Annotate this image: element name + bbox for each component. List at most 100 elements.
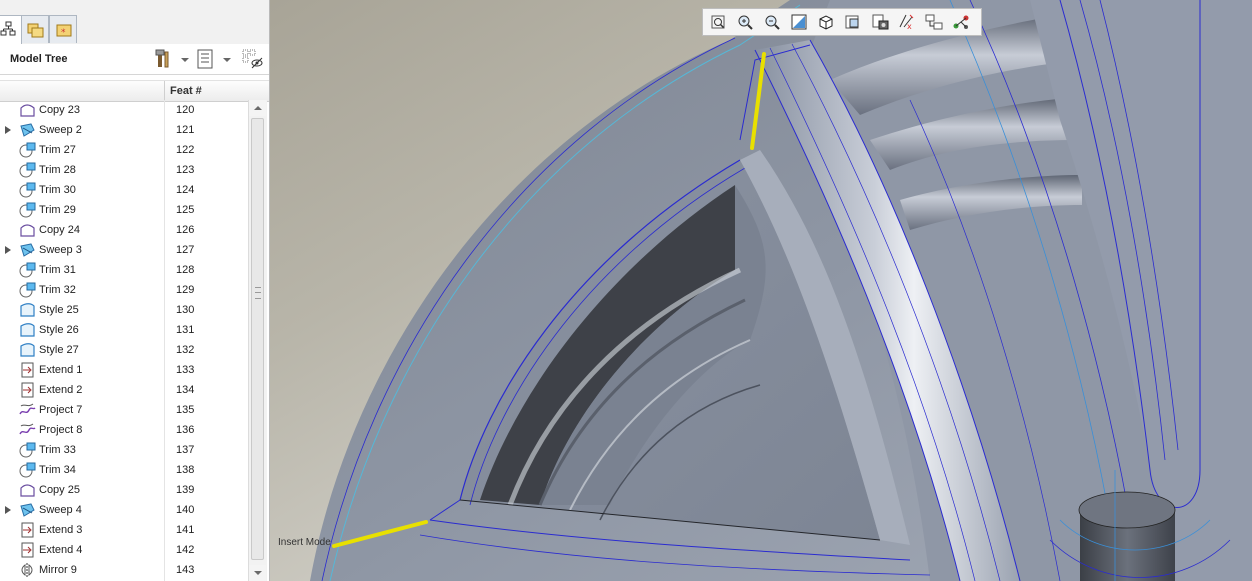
- tree-row-label: Project 7: [39, 404, 83, 416]
- tree-row-feat-number: 128: [176, 264, 195, 276]
- scrollbar-thumb[interactable]: [251, 118, 264, 560]
- style-feature-icon: [20, 303, 35, 317]
- copy-feature-icon: [20, 104, 35, 117]
- tree-row-feat-number: 141: [176, 524, 195, 536]
- zoom-out-button[interactable]: [761, 12, 783, 32]
- tree-row[interactable]: Extend 3 141: [0, 520, 248, 540]
- tree-column-header: Feat #: [0, 80, 269, 102]
- trim-feature-icon: [19, 142, 36, 158]
- tree-row[interactable]: Trim 31 128: [0, 260, 248, 280]
- tree-row[interactable]: Style 27 132: [0, 340, 248, 360]
- settings-menu-button[interactable]: [154, 49, 190, 69]
- feat-number-column-header[interactable]: Feat #: [170, 85, 202, 97]
- tree-row[interactable]: Trim 34 138: [0, 460, 248, 480]
- annotation-display-button[interactable]: [923, 12, 945, 32]
- trim-feature-icon: [19, 442, 36, 458]
- tree-row-label: Style 25: [39, 304, 79, 316]
- display-style-button[interactable]: [815, 12, 837, 32]
- expand-arrow-icon[interactable]: [5, 246, 11, 254]
- tree-row-label: Project 8: [39, 424, 83, 436]
- show-hide-button[interactable]: [242, 49, 266, 69]
- tree-row[interactable]: Trim 32 129: [0, 280, 248, 300]
- tree-row[interactable]: Extend 2 134: [0, 380, 248, 400]
- repaint-button[interactable]: [788, 12, 810, 32]
- tree-row-feat-number: 142: [176, 544, 195, 556]
- tree-row-label: Extend 4: [39, 544, 83, 556]
- tree-row[interactable]: Copy 25 139: [0, 480, 248, 500]
- zoom-in-button[interactable]: [734, 12, 756, 32]
- favorites-folder-icon: *: [56, 24, 72, 38]
- tree-row-label: Copy 25: [39, 484, 80, 496]
- expand-arrow-icon[interactable]: [5, 126, 11, 134]
- trim-feature-icon: [19, 282, 36, 298]
- view-toolbar: x: [702, 8, 982, 36]
- project-feature-icon: [19, 423, 36, 435]
- extend-feature-icon: [21, 542, 34, 558]
- tree-row[interactable]: Copy 24 126: [0, 220, 248, 240]
- chevron-down-icon: [223, 58, 231, 62]
- tree-row[interactable]: Project 7 135: [0, 400, 248, 420]
- tree-row[interactable]: Project 8 136: [0, 420, 248, 440]
- tree-row-feat-number: 132: [176, 344, 195, 356]
- tree-row-label: Trim 31: [39, 264, 76, 276]
- copy-feature-icon: [20, 484, 35, 497]
- tree-row-label: Sweep 3: [39, 244, 82, 256]
- repaint-icon: [791, 14, 807, 30]
- refit-button[interactable]: [707, 12, 729, 32]
- style-feature-icon: [20, 323, 35, 337]
- extend-feature-icon: [21, 362, 34, 378]
- tree-row[interactable]: Style 26 131: [0, 320, 248, 340]
- svg-text:x: x: [907, 22, 912, 31]
- navigator-panel: * Model Tree Feat # Copy 23 120 Sweep 2 12: [0, 0, 270, 581]
- tree-row[interactable]: Extend 4 142: [0, 540, 248, 560]
- tools-icon: [155, 49, 169, 68]
- tree-columns-menu-button[interactable]: [196, 49, 232, 69]
- tree-row-feat-number: 129: [176, 284, 195, 296]
- show-filter-icon: [242, 49, 263, 69]
- scroll-down-button[interactable]: [249, 565, 266, 581]
- tree-row-feat-number: 135: [176, 404, 195, 416]
- tree-row-label: Trim 27: [39, 144, 76, 156]
- tree-row-label: Extend 3: [39, 524, 83, 536]
- tree-row-feat-number: 139: [176, 484, 195, 496]
- tree-row-label: Sweep 2: [39, 124, 82, 136]
- tree-row[interactable]: Sweep 4 140: [0, 500, 248, 520]
- sweep-feature-icon: [20, 503, 35, 517]
- tree-row-label: Trim 28: [39, 164, 76, 176]
- tree-row-label: Copy 23: [39, 104, 80, 116]
- trim-feature-icon: [19, 262, 36, 278]
- tree-row[interactable]: Trim 29 125: [0, 200, 248, 220]
- tree-row-label: Trim 32: [39, 284, 76, 296]
- sweep-feature-icon: [20, 123, 35, 137]
- tree-row-feat-number: 137: [176, 444, 195, 456]
- spin-center-button[interactable]: [950, 12, 972, 32]
- model-tree-tab[interactable]: [0, 15, 22, 45]
- tree-row[interactable]: Trim 33 137: [0, 440, 248, 460]
- graphics-viewport[interactable]: x Insert Mode: [270, 0, 1252, 581]
- tree-row-feat-number: 143: [176, 564, 195, 576]
- trim-feature-icon: [19, 202, 36, 218]
- datum-display-button[interactable]: x: [896, 12, 918, 32]
- tree-vertical-scrollbar[interactable]: [248, 100, 267, 581]
- tree-row[interactable]: Sweep 3 127: [0, 240, 248, 260]
- folder-browser-tab[interactable]: [21, 15, 49, 43]
- tree-row[interactable]: Trim 30 124: [0, 180, 248, 200]
- tree-row[interactable]: Trim 27 122: [0, 140, 248, 160]
- tree-row[interactable]: Sweep 2 121: [0, 120, 248, 140]
- tree-row[interactable]: Style 25 130: [0, 300, 248, 320]
- saved-views-button[interactable]: [842, 12, 864, 32]
- refit-icon: [711, 15, 725, 29]
- tree-row-label: Trim 29: [39, 204, 76, 216]
- tree-row[interactable]: Mirror 9 143: [0, 560, 248, 580]
- trim-feature-icon: [19, 462, 36, 478]
- scroll-up-button[interactable]: [249, 100, 266, 116]
- tree-row[interactable]: Extend 1 133: [0, 360, 248, 380]
- model-tree-title: Model Tree: [10, 53, 68, 65]
- tree-row-feat-number: 121: [176, 124, 195, 136]
- expand-arrow-icon[interactable]: [5, 506, 11, 514]
- view-manager-button[interactable]: [869, 12, 891, 32]
- favorites-tab[interactable]: *: [49, 15, 77, 43]
- copy-feature-icon: [20, 224, 35, 237]
- tree-row[interactable]: Copy 23 120: [0, 100, 248, 120]
- tree-row[interactable]: Trim 28 123: [0, 160, 248, 180]
